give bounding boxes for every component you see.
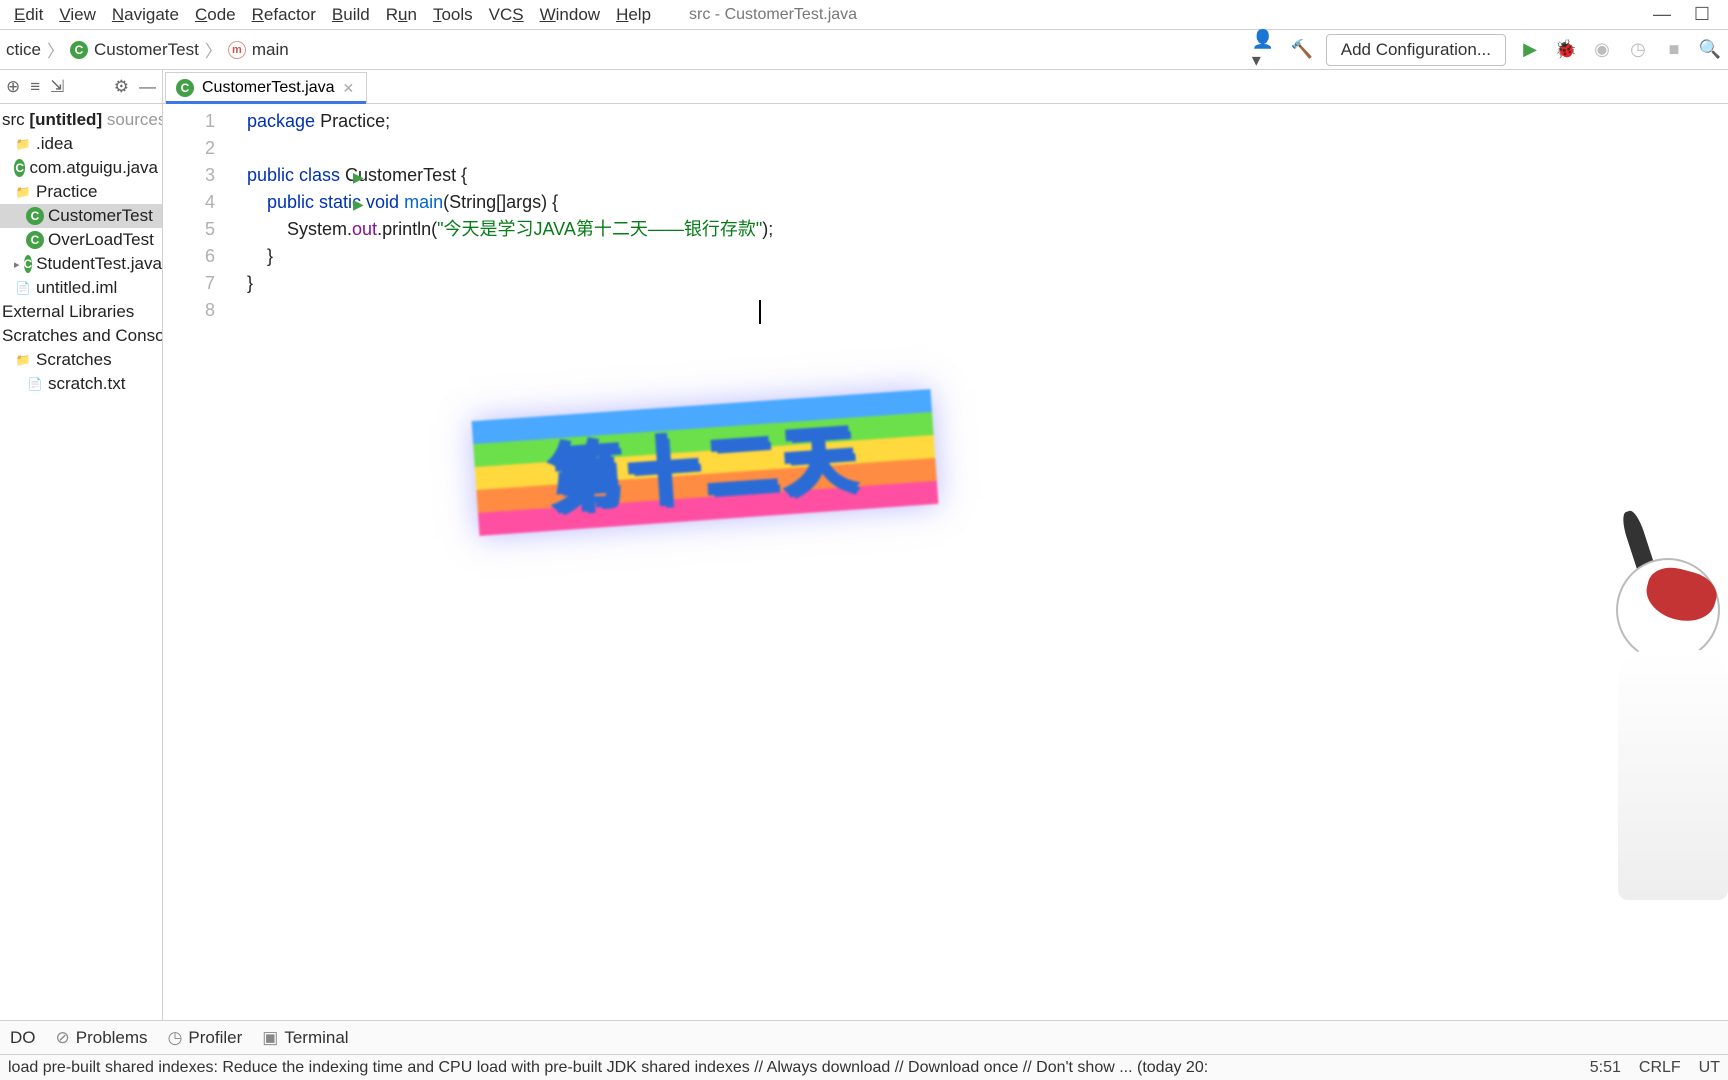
tree-item-label: StudentTest.java bbox=[36, 254, 162, 274]
run-gutter-icon[interactable]: ▶ bbox=[353, 164, 364, 191]
method-icon: m bbox=[228, 41, 246, 59]
folder-icon: 📁 bbox=[14, 183, 32, 201]
minimize-icon[interactable]: — bbox=[1642, 4, 1682, 25]
expand-all-icon[interactable]: ≡ bbox=[30, 77, 40, 97]
class-icon: C bbox=[26, 207, 44, 225]
editor-tabs: C CustomerTest.java ✕ bbox=[163, 70, 1728, 104]
tree-item[interactable]: 📄untitled.iml bbox=[0, 276, 162, 300]
run-gutter-icon[interactable]: ▶ bbox=[353, 191, 364, 218]
profiler-icon: ◷ bbox=[168, 1028, 183, 1048]
collapse-all-icon[interactable]: ⇲ bbox=[50, 77, 64, 97]
maximize-icon[interactable]: ☐ bbox=[1682, 4, 1722, 25]
terminal-tab[interactable]: ▣Terminal bbox=[262, 1028, 348, 1048]
folder-icon: 📁 bbox=[14, 135, 32, 153]
project-tree[interactable]: src [untitled] sources r 📁.idea Ccom.atg… bbox=[0, 104, 162, 400]
chevron-right-icon: 〉 bbox=[47, 37, 64, 62]
search-icon[interactable]: 🔍 bbox=[1696, 36, 1724, 64]
menu-view[interactable]: View bbox=[51, 1, 104, 29]
window-title: src - CustomerTest.java bbox=[689, 6, 857, 24]
tree-item[interactable]: 📄scratch.txt bbox=[0, 372, 162, 396]
coverage-icon[interactable]: ◉ bbox=[1588, 36, 1616, 64]
chevron-right-icon: 〉 bbox=[205, 37, 222, 62]
chevron-right-icon[interactable]: ▸ bbox=[14, 258, 20, 271]
caret-position[interactable]: 5:51 bbox=[1590, 1059, 1621, 1077]
run-configuration-selector[interactable]: Add Configuration... bbox=[1326, 34, 1506, 66]
menu-help[interactable]: Help bbox=[608, 1, 659, 29]
class-icon: C bbox=[176, 79, 194, 97]
tree-scratches[interactable]: Scratches and Consoles bbox=[0, 324, 162, 348]
gutter: 12345678 bbox=[163, 104, 223, 1020]
gear-icon[interactable]: ⚙ bbox=[114, 77, 129, 97]
tab-label: CustomerTest.java bbox=[202, 79, 335, 97]
run-icon[interactable]: ▶ bbox=[1516, 36, 1544, 64]
profile-icon[interactable]: ◷ bbox=[1624, 36, 1652, 64]
menu-code[interactable]: Code bbox=[187, 1, 244, 29]
folder-icon: 📁 bbox=[14, 351, 32, 369]
editor-tab[interactable]: C CustomerTest.java ✕ bbox=[165, 72, 367, 103]
hammer-icon[interactable]: 🔨 bbox=[1288, 36, 1316, 64]
todo-tab[interactable]: DO bbox=[10, 1028, 36, 1048]
debug-icon[interactable]: 🐞 bbox=[1552, 36, 1580, 64]
menu-run[interactable]: Run bbox=[378, 1, 425, 29]
terminal-icon: ▣ bbox=[262, 1028, 278, 1048]
tree-item[interactable]: 📁Practice bbox=[0, 180, 162, 204]
tree-item-label: com.atguigu.java bbox=[29, 158, 158, 178]
tree-item-label: CustomerTest bbox=[48, 206, 153, 226]
file-encoding[interactable]: UT bbox=[1699, 1059, 1720, 1077]
breadcrumb-method[interactable]: main bbox=[252, 40, 289, 60]
tree-item-label: .idea bbox=[36, 134, 73, 154]
menu-tools[interactable]: Tools bbox=[425, 1, 481, 29]
file-icon: 📄 bbox=[26, 375, 44, 393]
menu-build[interactable]: Build bbox=[324, 1, 378, 29]
status-bar: load pre-built shared indexes: Reduce th… bbox=[0, 1054, 1728, 1080]
tree-item[interactable]: Ccom.atguigu.java bbox=[0, 156, 162, 180]
menu-edit[interactable]: Edit bbox=[6, 1, 51, 29]
tree-item[interactable]: ▸ CStudentTest.java bbox=[0, 252, 162, 276]
problems-tab[interactable]: ⊘Problems bbox=[56, 1028, 148, 1048]
class-icon: C bbox=[26, 231, 44, 249]
tree-item-label: untitled.iml bbox=[36, 278, 117, 298]
line-separator[interactable]: CRLF bbox=[1639, 1059, 1681, 1077]
project-tool-window: ⊕ ≡ ⇲ ⚙ — src [untitled] sources r 📁.ide… bbox=[0, 70, 163, 1020]
class-icon: C bbox=[14, 159, 25, 177]
breadcrumb: ctice 〉 C CustomerTest 〉 m main bbox=[0, 37, 289, 62]
profiler-tab[interactable]: ◷Profiler bbox=[168, 1028, 243, 1048]
status-message[interactable]: load pre-built shared indexes: Reduce th… bbox=[8, 1059, 1572, 1077]
mascot-character bbox=[1598, 440, 1728, 860]
tree-item-label: scratch.txt bbox=[48, 374, 125, 394]
menu-navigate[interactable]: Navigate bbox=[104, 1, 187, 29]
menu-bar: Edit View Navigate Code Refactor Build R… bbox=[0, 0, 1728, 30]
project-toolbar: ⊕ ≡ ⇲ ⚙ — bbox=[0, 70, 162, 104]
breadcrumb-class[interactable]: CustomerTest bbox=[94, 40, 199, 60]
menu-refactor[interactable]: Refactor bbox=[244, 1, 324, 29]
menu-window[interactable]: Window bbox=[532, 1, 608, 29]
menu-vcs[interactable]: VCS bbox=[481, 1, 532, 29]
tree-external-libraries[interactable]: External Libraries bbox=[0, 300, 162, 324]
tree-item-label: OverLoadTest bbox=[48, 230, 154, 250]
tree-item[interactable]: COverLoadTest bbox=[0, 228, 162, 252]
file-icon: 📄 bbox=[14, 279, 32, 297]
tree-item-label: Practice bbox=[36, 182, 97, 202]
tree-item[interactable]: 📁.idea bbox=[0, 132, 162, 156]
tree-root-label: src [untitled] sources r bbox=[2, 110, 163, 130]
hide-icon[interactable]: — bbox=[139, 77, 156, 97]
code-content[interactable]: package Practice; public class CustomerT… bbox=[223, 104, 773, 1020]
breadcrumb-pkg[interactable]: ctice bbox=[6, 40, 41, 60]
tool-window-bar: DO ⊘Problems ◷Profiler ▣Terminal bbox=[0, 1020, 1728, 1054]
stop-icon[interactable]: ■ bbox=[1660, 36, 1688, 64]
select-opened-icon[interactable]: ⊕ bbox=[6, 77, 20, 97]
code-editor[interactable]: 12345678 ▶ ▶ package Practice; public cl… bbox=[163, 104, 1728, 1020]
close-icon[interactable]: ✕ bbox=[343, 80, 355, 97]
class-icon: C bbox=[24, 255, 33, 273]
problems-icon: ⊘ bbox=[56, 1028, 70, 1048]
tree-item-selected[interactable]: CCustomerTest bbox=[0, 204, 162, 228]
text-cursor bbox=[759, 300, 761, 324]
user-icon[interactable]: 👤▾ bbox=[1252, 36, 1280, 64]
tree-item-label: Scratches bbox=[36, 350, 112, 370]
editor-area: C CustomerTest.java ✕ 12345678 ▶ ▶ packa… bbox=[163, 70, 1728, 1020]
class-icon: C bbox=[70, 41, 88, 59]
tree-item[interactable]: 📁Scratches bbox=[0, 348, 162, 372]
tree-root[interactable]: src [untitled] sources r bbox=[0, 108, 162, 132]
navigation-bar: ctice 〉 C CustomerTest 〉 m main 👤▾ 🔨 Add… bbox=[0, 30, 1728, 70]
